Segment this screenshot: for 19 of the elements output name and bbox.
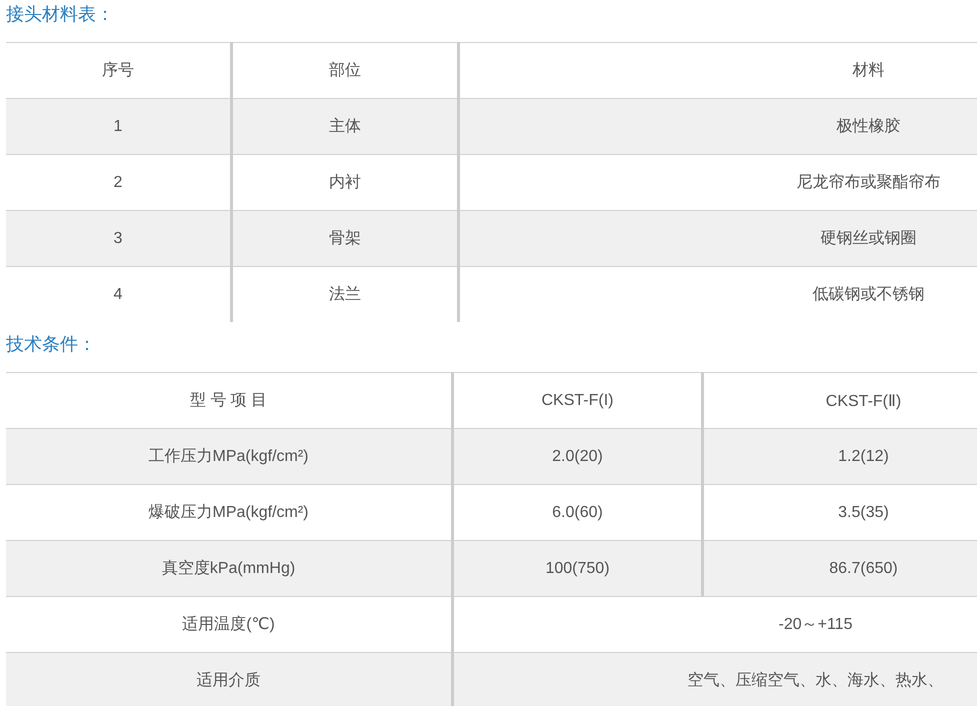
section-title: 技术条件： xyxy=(5,333,97,356)
table-cell: 极性橡胶 xyxy=(458,98,977,154)
table-cell: 真空度kPa(mmHg) xyxy=(6,540,452,596)
table-cell: 空气、压缩空气、水、海水、热水、 xyxy=(452,652,977,706)
table-cell: 低碳钢或不锈钢 xyxy=(458,266,977,322)
table-cell: 3 xyxy=(6,210,232,266)
table-cell: 2.0(20) xyxy=(452,428,702,484)
table-cell: 适用介质 xyxy=(6,652,452,706)
table-cell: 硬钢丝或钢圈 xyxy=(458,210,977,266)
table-cell: 86.7(650) xyxy=(702,540,977,596)
table-cell: 法兰 xyxy=(232,266,458,322)
table-cell: 骨架 xyxy=(232,210,458,266)
table-cell: 4 xyxy=(6,266,232,322)
table-cell: 工作压力MPa(kgf/cm²) xyxy=(6,428,452,484)
section-title: 接头材料表： xyxy=(5,3,115,26)
table-cell: 1 xyxy=(6,98,232,154)
table-cell: 主体 xyxy=(232,98,458,154)
table-cell: 1.2(12) xyxy=(702,428,977,484)
table-cell: 100(750) xyxy=(452,540,702,596)
